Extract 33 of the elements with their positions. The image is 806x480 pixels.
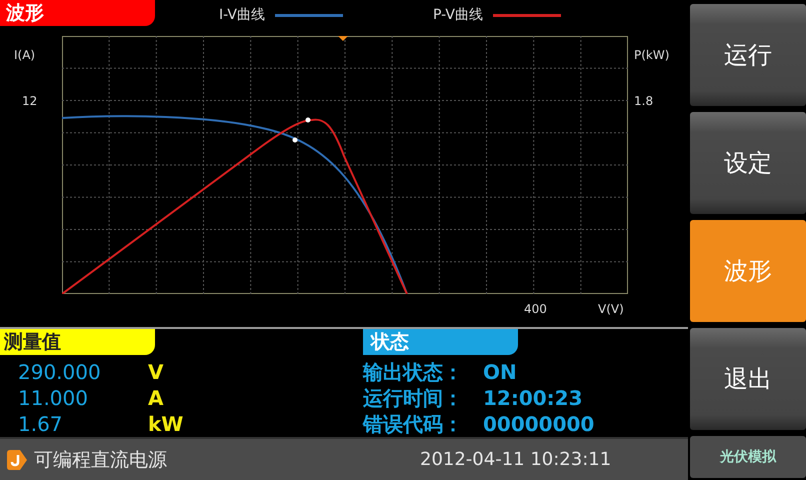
measured-value: 1.67 <box>18 411 64 437</box>
unit-label: V <box>148 359 164 385</box>
product-name: 可编程直流电源 <box>34 448 168 472</box>
axis-label: V(V) <box>598 302 624 316</box>
chart-title: 波形 <box>0 0 155 26</box>
marker-icon <box>338 36 348 41</box>
status-label: 输出状态： <box>363 359 464 385</box>
section-title: 测量值 <box>0 329 155 355</box>
status-value: 00000000 <box>483 411 596 437</box>
axis-label: P(kW) <box>634 48 670 62</box>
menu-button[interactable]: 设定 <box>690 112 806 214</box>
unit-label: kW <box>148 411 184 437</box>
unit-label: A <box>148 385 164 411</box>
mode-button[interactable]: 光伏模拟 <box>690 436 806 478</box>
data-point <box>306 118 310 122</box>
axis-tick: 1.8 <box>634 94 654 108</box>
legend-label: P-V曲线 <box>433 6 483 24</box>
date-time: 2012-04-11 10:23:11 <box>420 449 612 470</box>
section-title: 状态 <box>363 329 518 355</box>
menu-button[interactable]: 退出 <box>690 328 806 430</box>
status-value: ON <box>483 359 518 385</box>
logo-icon <box>6 448 28 470</box>
measured-value: 11.000 <box>18 385 89 411</box>
status-value: 12:00:23 <box>483 385 584 411</box>
axis-label: I(A) <box>14 48 36 62</box>
data-point <box>292 138 298 142</box>
menu-button[interactable]: 运行 <box>690 4 806 106</box>
axis-tick: 12 <box>22 94 38 108</box>
axis-tick: 400 <box>524 302 547 316</box>
status-label: 运行时间： <box>363 385 464 411</box>
legend-label: I-V曲线 <box>219 6 265 24</box>
measured-value: 290.000 <box>18 359 102 385</box>
status-label: 错误代码： <box>363 411 464 437</box>
